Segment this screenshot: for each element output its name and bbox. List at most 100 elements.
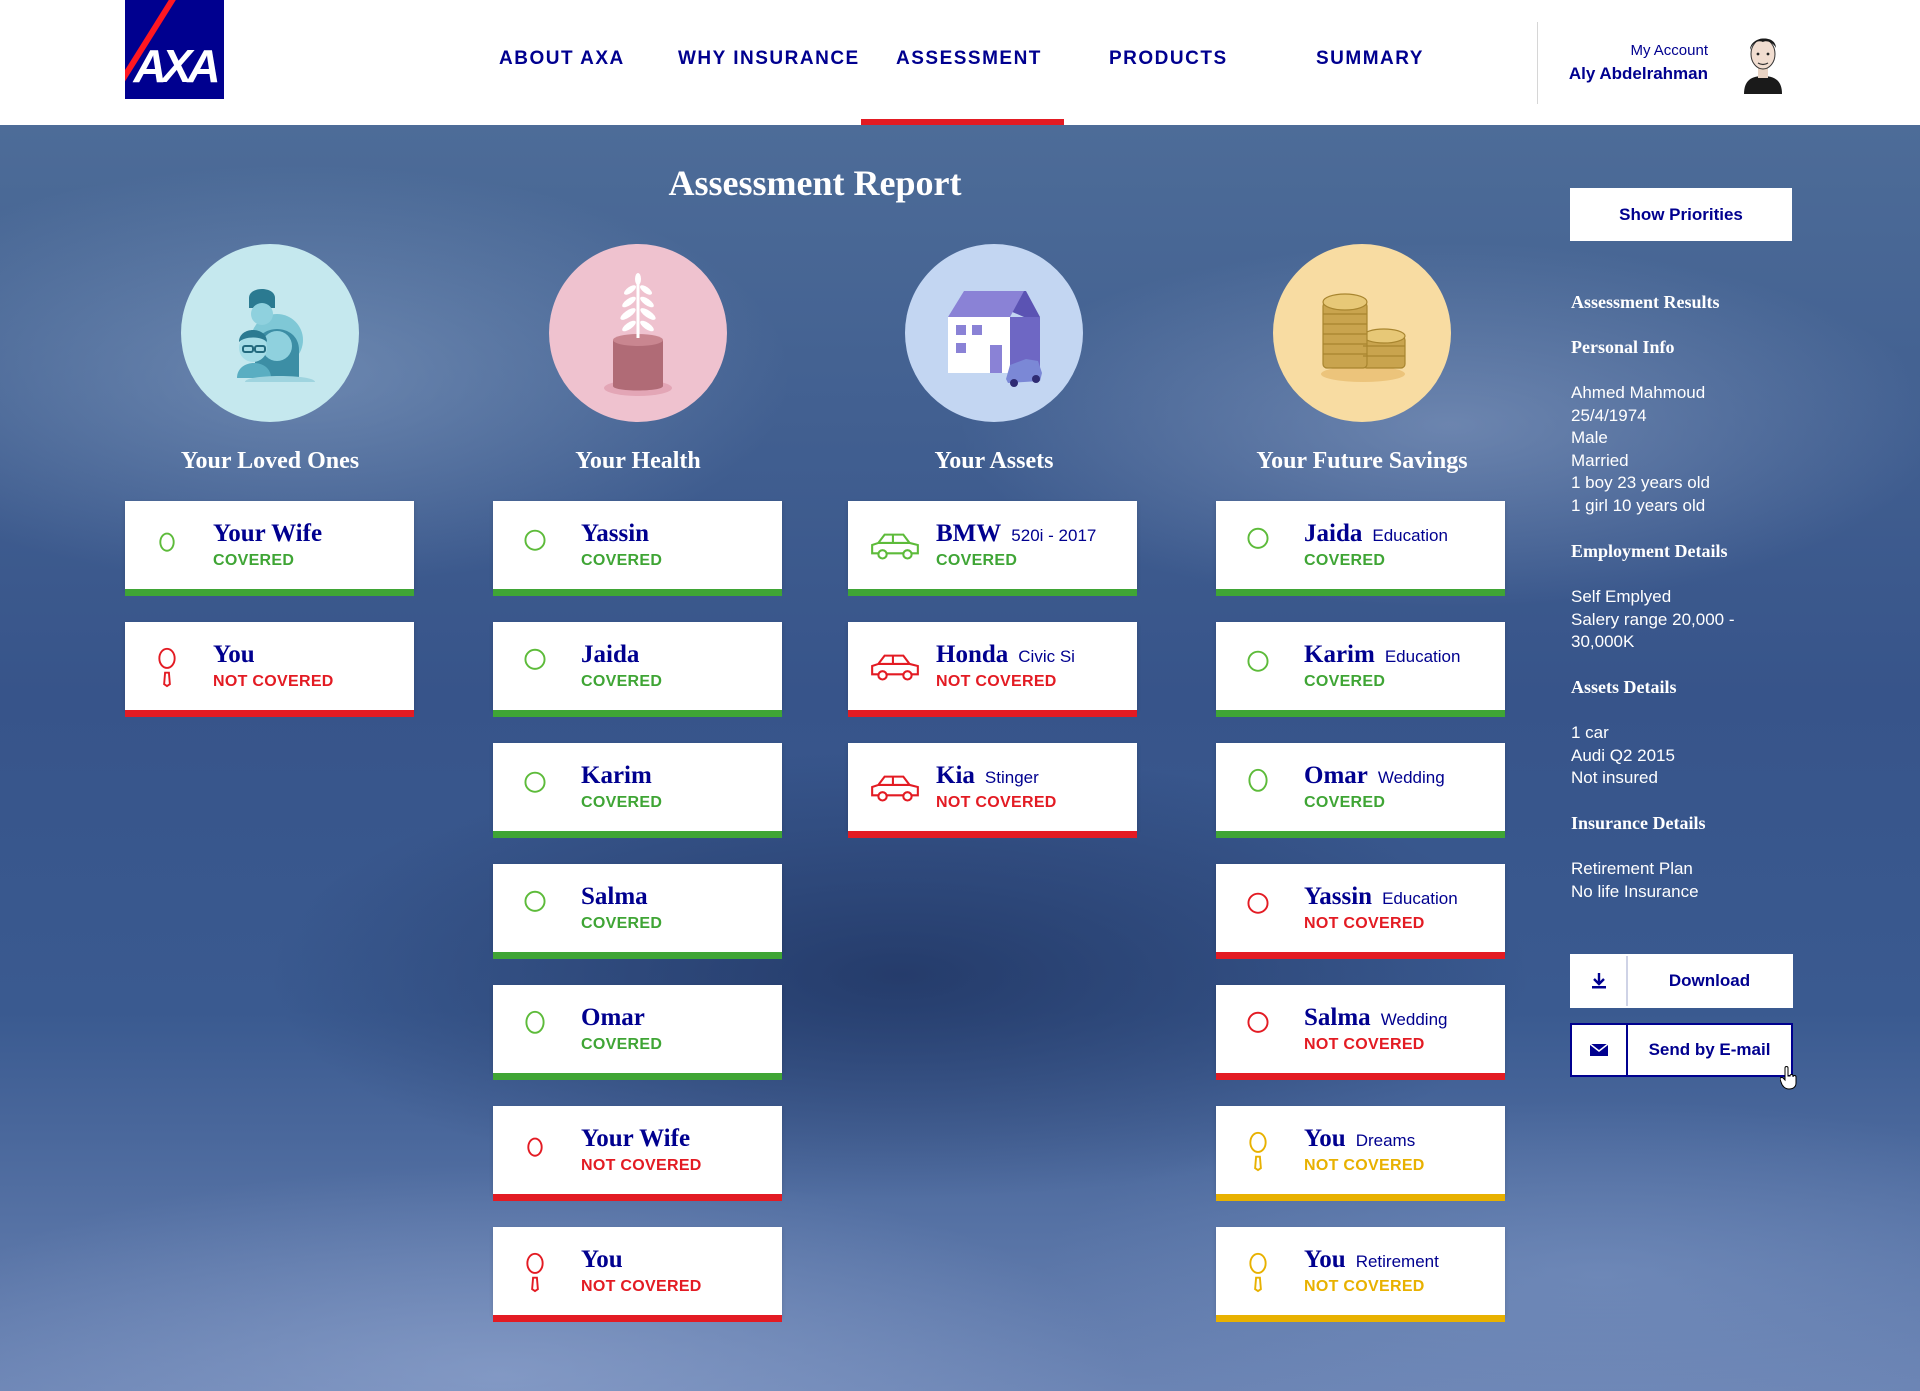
- employment-item: Salery range 20,000 -: [1571, 609, 1735, 629]
- man-tie-icon: [513, 1249, 557, 1293]
- coverage-status: NOT COVERED: [936, 794, 1057, 811]
- coverage-status: NOT COVERED: [1304, 1278, 1425, 1295]
- personal-info-item: Male: [1571, 428, 1608, 447]
- card-name: Your Wife: [213, 520, 322, 548]
- house-car-icon: [905, 244, 1083, 422]
- card-subtitle: Wedding: [1377, 768, 1445, 787]
- nav-assessment[interactable]: ASSESSMENT: [896, 48, 1042, 70]
- card-name: Karim Education: [1304, 641, 1460, 669]
- status-bar: [493, 589, 782, 596]
- status-bar: [125, 589, 414, 596]
- category-title: Your Assets: [934, 448, 1054, 474]
- status-bar: [493, 1315, 782, 1322]
- coverage-card[interactable]: You NOT COVERED: [125, 622, 414, 717]
- send-email-button[interactable]: Send by E-mail: [1570, 1023, 1793, 1077]
- coverage-card[interactable]: Yassin COVERED: [493, 501, 782, 596]
- card-name: Omar: [581, 1004, 645, 1032]
- coverage-card[interactable]: You Dreams NOT COVERED: [1216, 1106, 1505, 1201]
- card-name-text: Yassin: [581, 520, 650, 547]
- show-priorities-button[interactable]: Show Priorities: [1570, 188, 1792, 241]
- employment-heading: Employment Details: [1571, 541, 1728, 561]
- coverage-card[interactable]: Jaida COVERED: [493, 622, 782, 717]
- status-bar: [1216, 710, 1505, 717]
- avatar[interactable]: [1738, 30, 1788, 94]
- coverage-card[interactable]: Your Wife NOT COVERED: [493, 1106, 782, 1201]
- category-savings: Your Future Savings: [1212, 244, 1512, 475]
- nav-products[interactable]: PRODUCTS: [1109, 48, 1228, 70]
- coverage-card[interactable]: Omar COVERED: [493, 985, 782, 1080]
- coverage-card[interactable]: Salma Wedding NOT COVERED: [1216, 985, 1505, 1080]
- status-bar: [1216, 952, 1505, 959]
- card-name-text: Salma: [581, 883, 648, 910]
- coverage-card[interactable]: Karim Education COVERED: [1216, 622, 1505, 717]
- coverage-card[interactable]: Salma COVERED: [493, 864, 782, 959]
- card-name: Jaida Education: [1304, 520, 1448, 548]
- my-account-link[interactable]: My Account: [1630, 42, 1708, 59]
- card-name-text: You: [213, 641, 255, 668]
- card-name: Jaida: [581, 641, 639, 669]
- coverage-card[interactable]: You NOT COVERED: [493, 1227, 782, 1322]
- woman-icon: [513, 1128, 557, 1172]
- assets-item: Not insured: [1571, 768, 1658, 787]
- card-name: You Retirement: [1304, 1246, 1439, 1274]
- coverage-status: NOT COVERED: [1304, 1157, 1425, 1174]
- coverage-status: COVERED: [581, 552, 663, 569]
- coverage-status: COVERED: [581, 794, 663, 811]
- coverage-card[interactable]: Karim COVERED: [493, 743, 782, 838]
- coverage-status: NOT COVERED: [1304, 1036, 1425, 1053]
- coverage-card[interactable]: Yassin Education NOT COVERED: [1216, 864, 1505, 959]
- card-name-text: Honda: [936, 641, 1009, 668]
- nav-about-axa[interactable]: ABOUT AXA: [499, 48, 625, 70]
- coverage-card[interactable]: You Retirement NOT COVERED: [1216, 1227, 1505, 1322]
- coverage-status: COVERED: [581, 673, 663, 690]
- status-bar: [1216, 1073, 1505, 1080]
- man-tie-icon: [1236, 1249, 1280, 1293]
- top-header: AXA ABOUT AXA WHY INSURANCE ASSESSMENT P…: [0, 0, 1920, 125]
- man-icon: [1236, 765, 1280, 809]
- coverage-card[interactable]: Omar Wedding COVERED: [1216, 743, 1505, 838]
- car-icon: [868, 765, 919, 809]
- coverage-card[interactable]: Your Wife COVERED: [125, 501, 414, 596]
- card-name: You Dreams: [1304, 1125, 1415, 1153]
- coverage-status: COVERED: [936, 552, 1018, 569]
- card-name: Honda Civic Si: [936, 641, 1075, 669]
- axa-logo[interactable]: AXA: [125, 0, 224, 99]
- card-name-text: You: [1304, 1246, 1346, 1273]
- nav-why-insurance[interactable]: WHY INSURANCE: [678, 48, 860, 70]
- download-label: Download: [1668, 971, 1751, 990]
- car-icon: [868, 523, 919, 567]
- card-subtitle: Education: [1382, 889, 1458, 908]
- assets-list: 1 car Audi Q2 2015 Not insured: [1571, 722, 1675, 790]
- boy-icon: [513, 523, 557, 567]
- category-title: Your Future Savings: [1256, 448, 1468, 474]
- plant-pot-icon: [549, 244, 727, 422]
- card-name: Salma: [581, 883, 648, 911]
- boy-icon: [513, 765, 557, 809]
- download-button[interactable]: Download: [1570, 954, 1793, 1008]
- girl-icon: [1236, 523, 1280, 567]
- hand-cursor-icon: [1779, 1066, 1798, 1095]
- card-name: Yassin: [581, 520, 649, 548]
- insurance-heading: Insurance Details: [1571, 813, 1706, 833]
- coverage-card[interactable]: Jaida Education COVERED: [1216, 501, 1505, 596]
- status-bar: [125, 710, 414, 717]
- coverage-status: NOT COVERED: [581, 1157, 702, 1174]
- employment-item: 30,000K: [1571, 632, 1635, 651]
- coverage-status: NOT COVERED: [213, 673, 334, 690]
- status-bar: [1216, 1315, 1505, 1322]
- category-assets: Your Assets: [864, 244, 1124, 475]
- insurance-item: Retirement Plan: [1571, 859, 1693, 878]
- coverage-status: COVERED: [1304, 552, 1386, 569]
- coverage-card[interactable]: Kia Stinger NOT COVERED: [848, 743, 1137, 838]
- status-bar: [1216, 831, 1505, 838]
- coverage-card[interactable]: Honda Civic Si NOT COVERED: [848, 622, 1137, 717]
- coverage-card[interactable]: BMW 520i - 2017 COVERED: [848, 501, 1137, 596]
- card-name-text: Yassin: [1304, 883, 1373, 910]
- download-icon: [1572, 956, 1628, 1006]
- personal-info-item: 1 boy 23 years old: [1571, 473, 1710, 492]
- coverage-status: COVERED: [581, 915, 663, 932]
- nav-summary[interactable]: SUMMARY: [1316, 48, 1424, 70]
- assets-item: 1 car: [1571, 723, 1609, 742]
- man-tie-icon: [145, 644, 189, 688]
- status-bar: [493, 831, 782, 838]
